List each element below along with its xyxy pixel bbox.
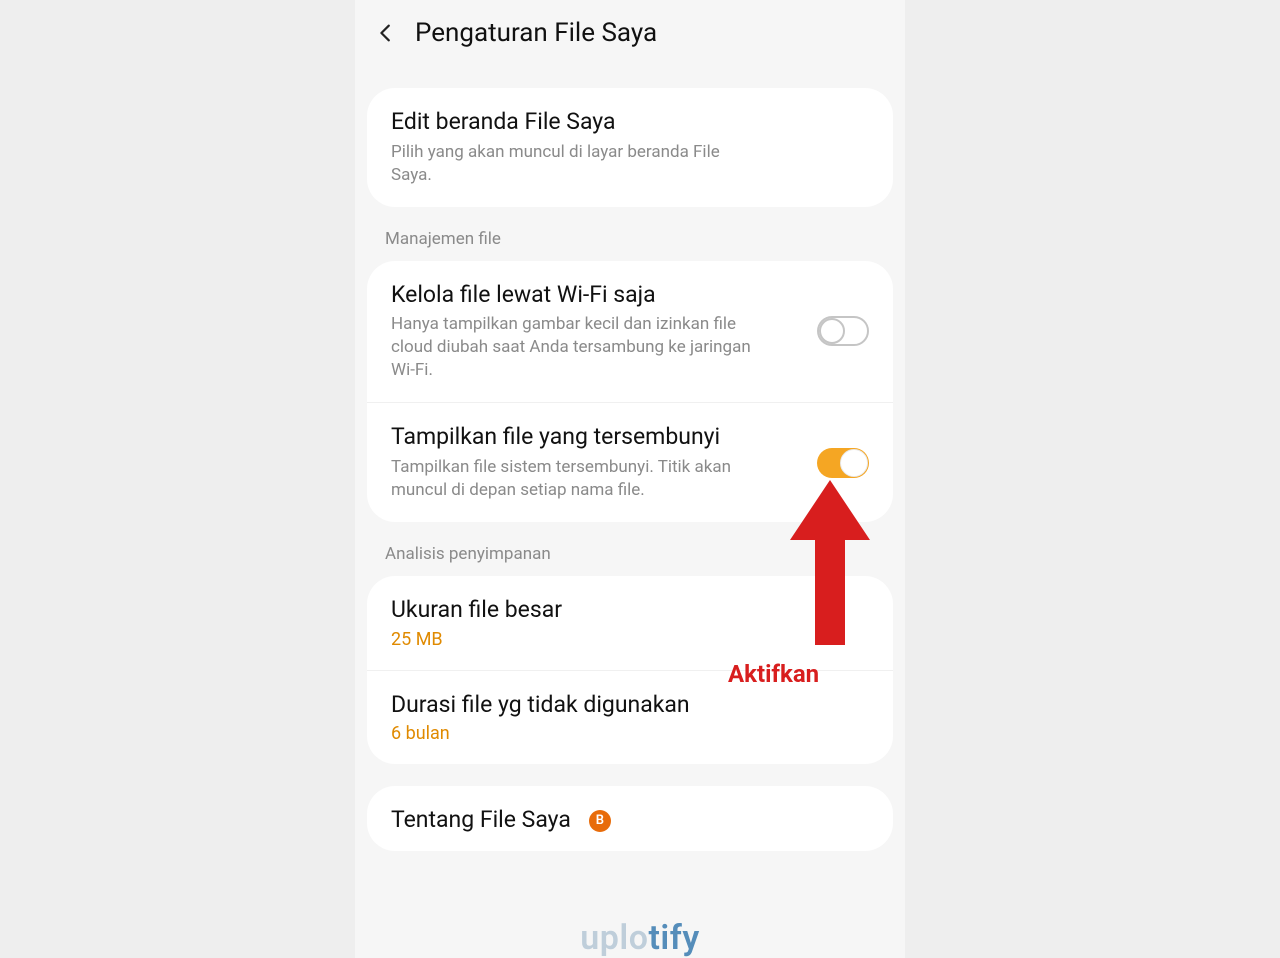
update-badge-icon: B	[589, 810, 611, 832]
toggle-knob	[819, 318, 845, 344]
row-subtitle: Hanya tampilkan gambar kecil dan izinkan…	[391, 313, 751, 382]
header-bar: Pengaturan File Saya	[355, 0, 905, 88]
toggle-knob	[840, 449, 868, 477]
card-file-management: Kelola file lewat Wi-Fi saja Hanya tampi…	[367, 261, 893, 522]
page-title: Pengaturan File Saya	[415, 18, 657, 48]
settings-screen: Pengaturan File Saya Edit beranda File S…	[355, 0, 905, 958]
row-value: 6 bulan	[391, 723, 869, 744]
wifi-only-toggle[interactable]	[817, 316, 869, 346]
row-subtitle: Tampilkan file sistem tersembunyi. Titik…	[391, 456, 751, 502]
card-storage-analysis: Ukuran file besar 25 MB Durasi file yg t…	[367, 576, 893, 765]
row-unused-duration[interactable]: Durasi file yg tidak digunakan 6 bulan	[367, 670, 893, 765]
row-about-my-files[interactable]: Tentang File Saya B	[367, 786, 893, 851]
card-edit-home: Edit beranda File Saya Pilih yang akan m…	[367, 88, 893, 207]
show-hidden-toggle[interactable]	[817, 448, 869, 478]
row-subtitle: Pilih yang akan muncul di layar beranda …	[391, 141, 751, 187]
row-show-hidden-files[interactable]: Tampilkan file yang tersembunyi Tampilka…	[367, 402, 893, 522]
row-value: 25 MB	[391, 629, 869, 650]
row-title: Ukuran file besar	[391, 596, 869, 625]
row-title: Tentang File Saya	[391, 806, 571, 833]
card-about: Tentang File Saya B	[367, 786, 893, 851]
row-wifi-only[interactable]: Kelola file lewat Wi-Fi saja Hanya tampi…	[367, 261, 893, 403]
row-title: Edit beranda File Saya	[391, 108, 869, 137]
back-icon[interactable]	[375, 22, 397, 44]
section-label-storage-analysis: Analisis penyimpanan	[355, 544, 905, 576]
row-title: Kelola file lewat Wi-Fi saja	[391, 281, 803, 310]
row-title: Durasi file yg tidak digunakan	[391, 691, 869, 720]
section-label-file-management: Manajemen file	[355, 229, 905, 261]
row-edit-home[interactable]: Edit beranda File Saya Pilih yang akan m…	[367, 88, 893, 207]
row-large-file-size[interactable]: Ukuran file besar 25 MB	[367, 576, 893, 670]
row-title: Tampilkan file yang tersembunyi	[391, 423, 803, 452]
